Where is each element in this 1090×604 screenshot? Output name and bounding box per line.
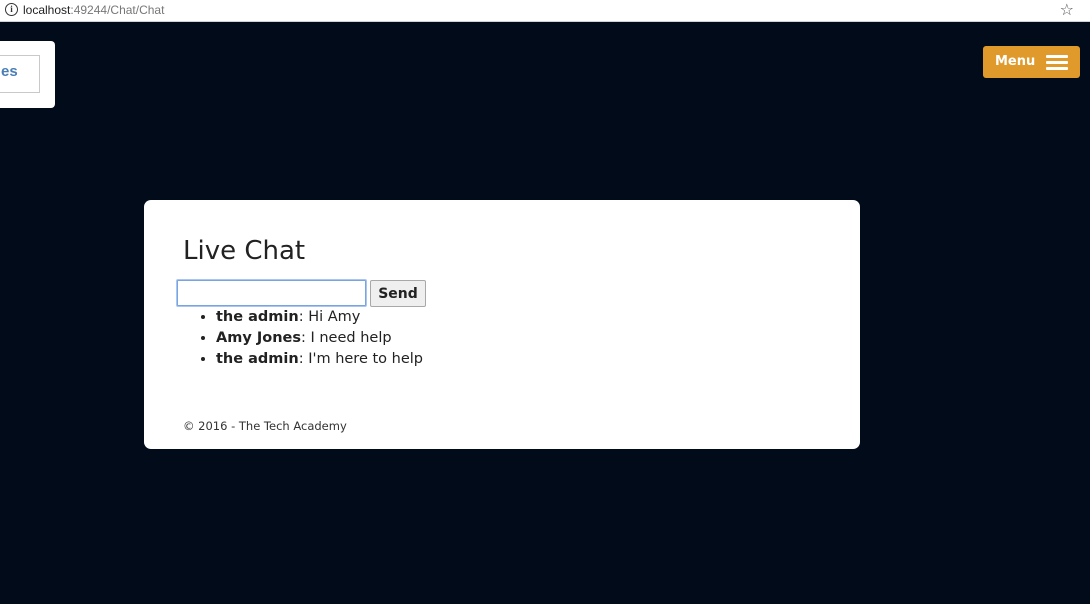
message-item: the admin: Hi Amy	[216, 307, 423, 328]
info-icon[interactable]: i	[5, 3, 18, 16]
send-button[interactable]: Send	[370, 280, 426, 307]
menu-button[interactable]: Menu	[983, 46, 1080, 78]
side-card-button[interactable]: es	[0, 55, 40, 93]
message-list: the admin: Hi Amy Amy Jones: I need help…	[216, 307, 423, 370]
page-body: es Menu Live Chat Send the admin: Hi Amy…	[0, 22, 1090, 604]
message-text: : Hi Amy	[298, 309, 361, 325]
url-path: :49244/Chat/Chat	[70, 3, 165, 17]
page-title: Live Chat	[183, 236, 306, 266]
message-text: : I'm here to help	[298, 351, 423, 367]
footer-copyright: © 2016 - The Tech Academy	[183, 419, 347, 433]
url-host: localhost	[23, 3, 71, 17]
side-card-text: es	[1, 63, 18, 80]
side-card: es	[0, 41, 55, 108]
message-text: : I need help	[300, 330, 392, 346]
message-sender: the admin	[216, 351, 299, 367]
hamburger-icon	[1046, 55, 1068, 70]
star-icon[interactable]: ☆	[1060, 0, 1074, 20]
browser-address-bar[interactable]: i localhost:49244/Chat/Chat ☆	[0, 0, 1090, 22]
message-item: Amy Jones: I need help	[216, 328, 423, 349]
message-input[interactable]	[177, 280, 366, 306]
url-text[interactable]: localhost:49244/Chat/Chat	[23, 3, 164, 17]
message-sender: Amy Jones	[216, 330, 301, 346]
message-item: the admin: I'm here to help	[216, 349, 423, 370]
menu-label: Menu	[995, 54, 1036, 69]
chat-card: Live Chat Send the admin: Hi Amy Amy Jon…	[144, 200, 860, 449]
message-sender: the admin	[216, 309, 299, 325]
